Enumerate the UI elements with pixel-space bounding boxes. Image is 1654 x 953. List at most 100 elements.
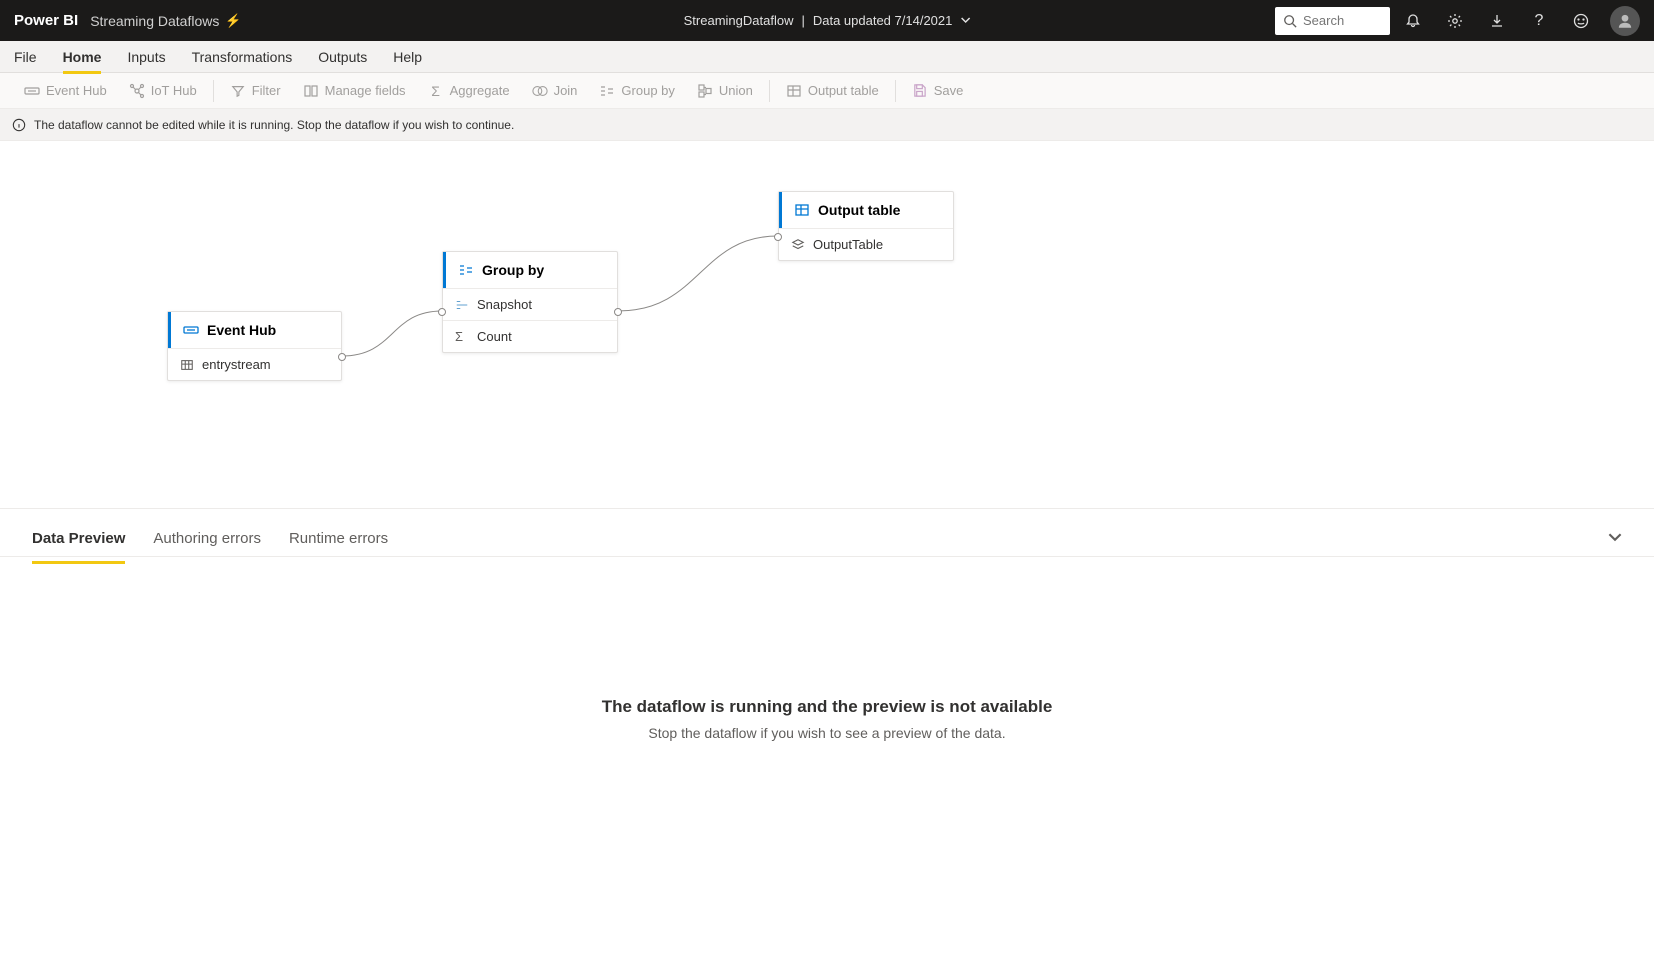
tool-manage-fields: Manage fields xyxy=(293,75,416,107)
chevron-down-icon xyxy=(1608,530,1622,544)
input-port[interactable] xyxy=(774,233,782,241)
group-by-icon xyxy=(458,262,474,278)
snapshot-icon xyxy=(455,299,469,311)
tool-label: Manage fields xyxy=(325,83,406,98)
row-label: OutputTable xyxy=(813,237,883,252)
node-header: Output table xyxy=(779,192,953,228)
input-port[interactable] xyxy=(438,308,446,316)
notifications-button[interactable] xyxy=(1394,0,1432,41)
iot-hub-icon xyxy=(129,83,145,99)
tool-group-by: Group by xyxy=(589,75,684,107)
gear-icon xyxy=(1447,13,1463,29)
infobar: The dataflow cannot be edited while it i… xyxy=(0,109,1654,141)
ribbon-tab-help[interactable]: Help xyxy=(393,41,422,73)
output-table-icon xyxy=(786,83,802,99)
node-output-table[interactable]: Output table OutputTable xyxy=(778,191,954,261)
node-row: Σ Count xyxy=(443,320,617,352)
node-header: Group by xyxy=(443,252,617,288)
topbar: Power BI Streaming Dataflows ⚡ Streaming… xyxy=(0,0,1654,41)
event-hub-icon xyxy=(24,83,40,99)
avatar[interactable] xyxy=(1610,6,1640,36)
tool-event-hub: Event Hub xyxy=(14,75,117,107)
filter-icon xyxy=(230,83,246,99)
separator: | xyxy=(801,13,804,28)
toolbar-separator xyxy=(895,80,896,102)
ribbon-tab-home[interactable]: Home xyxy=(63,41,102,73)
canvas[interactable]: Event Hub entrystream Group by Snapshot … xyxy=(0,141,1654,509)
preview-message: The dataflow is running and the preview … xyxy=(0,697,1654,741)
search-icon xyxy=(1283,14,1297,28)
output-table-icon xyxy=(794,202,810,218)
infobar-message: The dataflow cannot be edited while it i… xyxy=(34,118,514,132)
preview-subtitle: Stop the dataflow if you wish to see a p… xyxy=(0,725,1654,741)
preview-title: The dataflow is running and the preview … xyxy=(0,697,1654,717)
output-port[interactable] xyxy=(614,308,622,316)
help-button[interactable]: ? xyxy=(1520,0,1558,41)
join-icon xyxy=(532,83,548,99)
feedback-button[interactable] xyxy=(1562,0,1600,41)
tab-runtime-errors[interactable]: Runtime errors xyxy=(289,515,388,563)
save-icon xyxy=(912,83,928,99)
row-label: Count xyxy=(477,329,512,344)
tab-data-preview[interactable]: Data Preview xyxy=(32,515,125,563)
tool-label: Filter xyxy=(252,83,281,98)
search-input[interactable] xyxy=(1303,13,1373,28)
chevron-down-icon[interactable] xyxy=(960,13,970,28)
settings-button[interactable] xyxy=(1436,0,1474,41)
node-event-hub[interactable]: Event Hub entrystream xyxy=(167,311,342,381)
toolbar-separator xyxy=(213,80,214,102)
tool-filter: Filter xyxy=(220,75,291,107)
sigma-icon: Σ xyxy=(455,329,469,344)
download-button[interactable] xyxy=(1478,0,1516,41)
node-title: Output table xyxy=(818,202,900,218)
bottom-panel: Data Preview Authoring errors Runtime er… xyxy=(0,509,1654,953)
toolbar: Event Hub IoT Hub Filter Manage fields Σ… xyxy=(0,73,1654,109)
app-name: Streaming Dataflows ⚡ xyxy=(90,13,241,29)
node-header: Event Hub xyxy=(168,312,341,348)
tool-label: Event Hub xyxy=(46,83,107,98)
node-title: Group by xyxy=(482,262,544,278)
question-icon: ? xyxy=(1535,12,1544,30)
row-label: Snapshot xyxy=(477,297,532,312)
table-icon xyxy=(180,358,194,372)
tool-iot-hub: IoT Hub xyxy=(119,75,207,107)
bell-icon xyxy=(1405,13,1421,29)
topbar-center[interactable]: StreamingDataflow | Data updated 7/14/20… xyxy=(684,13,971,28)
person-icon xyxy=(1616,12,1634,30)
tool-label: Join xyxy=(554,83,578,98)
sigma-icon: Σ xyxy=(428,83,444,99)
tool-join: Join xyxy=(522,75,588,107)
tool-label: Group by xyxy=(621,83,674,98)
topbar-right: ? xyxy=(1275,0,1640,41)
ribbon-tabs: File Home Inputs Transformations Outputs… xyxy=(0,41,1654,73)
tool-union: Union xyxy=(687,75,763,107)
node-row: OutputTable xyxy=(779,228,953,260)
tab-authoring-errors[interactable]: Authoring errors xyxy=(153,515,261,563)
node-title: Event Hub xyxy=(207,322,276,338)
node-group-by[interactable]: Group by Snapshot Σ Count xyxy=(442,251,618,353)
ribbon-tab-inputs[interactable]: Inputs xyxy=(127,41,165,73)
union-icon xyxy=(697,83,713,99)
group-by-icon xyxy=(599,83,615,99)
ribbon-tab-transformations[interactable]: Transformations xyxy=(192,41,293,73)
search-box[interactable] xyxy=(1275,7,1390,35)
event-hub-icon xyxy=(183,322,199,338)
ribbon-tab-outputs[interactable]: Outputs xyxy=(318,41,367,73)
tool-aggregate: Σ Aggregate xyxy=(418,75,520,107)
row-label: entrystream xyxy=(202,357,271,372)
topbar-left: Power BI Streaming Dataflows ⚡ xyxy=(14,12,242,29)
toolbar-separator xyxy=(769,80,770,102)
app-label: Streaming Dataflows xyxy=(90,13,219,29)
tool-label: Union xyxy=(719,83,753,98)
tool-label: Output table xyxy=(808,83,879,98)
product-name: Power BI xyxy=(14,12,78,29)
smile-icon xyxy=(1573,13,1589,29)
tool-label: IoT Hub xyxy=(151,83,197,98)
data-updated: Data updated 7/14/2021 xyxy=(813,13,953,28)
collapse-panel-button[interactable] xyxy=(1608,530,1622,548)
tool-label: Save xyxy=(934,83,964,98)
ribbon-tab-file[interactable]: File xyxy=(14,41,37,73)
output-port[interactable] xyxy=(338,353,346,361)
tool-label: Aggregate xyxy=(450,83,510,98)
node-row: entrystream xyxy=(168,348,341,380)
